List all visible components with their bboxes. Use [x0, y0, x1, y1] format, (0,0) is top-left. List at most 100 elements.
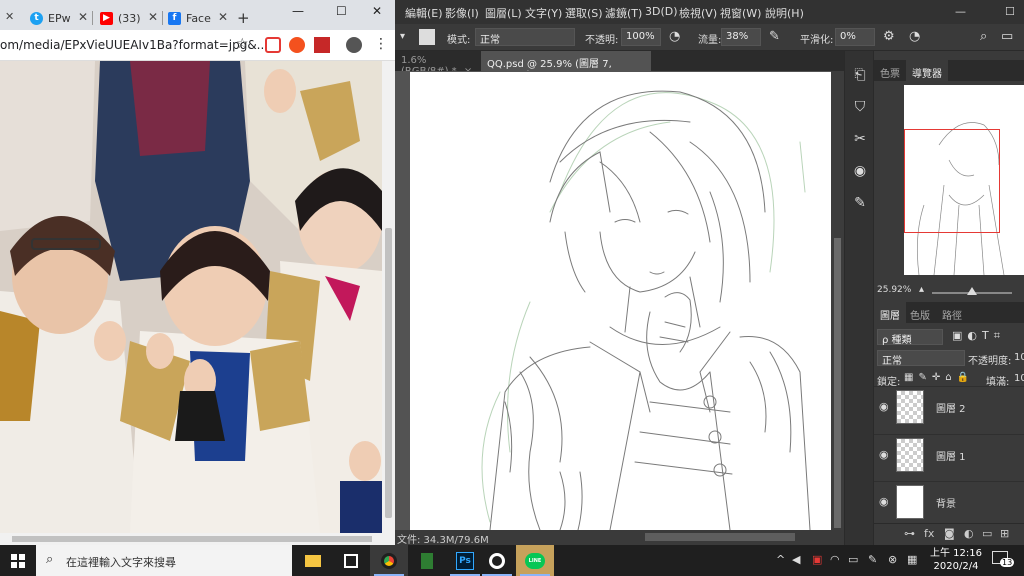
tab-layers[interactable]: 圖層 [874, 302, 906, 323]
blend-mode-select[interactable]: 正常 [877, 350, 965, 367]
layer-name[interactable]: 背景 [936, 495, 956, 510]
brush-panel-icon[interactable] [419, 29, 435, 45]
keyboard-icon[interactable]: ▦ [907, 553, 917, 566]
menu-item-layer[interactable]: 圖層(L) [485, 5, 522, 21]
taskbar-search[interactable]: ⌕ 在這裡輸入文字來搜尋 [36, 545, 292, 576]
tab-paths[interactable]: 路徑 [936, 302, 968, 323]
folder-icon[interactable]: ▭ [982, 527, 992, 540]
minimize-button[interactable]: — [292, 4, 304, 18]
filter-icons[interactable]: ▣◐T⌗ [952, 329, 1005, 343]
star-icon[interactable]: ☆ [236, 36, 249, 52]
link-icon[interactable]: ⊶ [904, 527, 915, 540]
airbrush-icon[interactable]: ✎ [769, 29, 780, 44]
mode-select[interactable]: 正常 [475, 28, 575, 46]
wifi-icon[interactable]: ◠ [830, 553, 840, 566]
navigator-view-box[interactable] [904, 129, 1000, 233]
doc-tab[interactable]: 1.6% (RGB/8#) * × [395, 51, 480, 77]
opacity-value[interactable]: 10 [1014, 352, 1024, 363]
menu-item-type[interactable]: 文字(Y) [525, 5, 562, 21]
menu-item-3d[interactable]: 3D(D) [645, 5, 678, 18]
start-button[interactable] [0, 545, 36, 576]
eye-icon[interactable]: ◉ [879, 448, 889, 461]
smoothing-field[interactable]: 0% [835, 28, 875, 46]
line-taskbar-button[interactable]: LINE [516, 545, 554, 576]
tray-app-icon[interactable]: ▣ [812, 553, 822, 566]
layer-row[interactable]: ◉ 背景 [874, 481, 1024, 521]
extension-icon[interactable] [289, 37, 305, 53]
gear-icon[interactable]: ⚙ [883, 29, 895, 44]
file-explorer-button[interactable] [294, 545, 332, 576]
minimize-button[interactable]: — [955, 5, 966, 18]
tab-close-icon[interactable]: ✕ [5, 10, 14, 23]
close-window-button[interactable]: ✕ [372, 4, 382, 18]
menu-item-edit[interactable]: 編輯(E) [405, 5, 443, 21]
fill-value[interactable]: 10 [1014, 373, 1024, 384]
fx-button[interactable]: fx [924, 527, 934, 540]
layer-row[interactable]: ◉ 圖層 1 [874, 434, 1024, 474]
store-button[interactable] [332, 545, 370, 576]
menu-item-select[interactable]: 選取(S) [565, 5, 603, 21]
chrome-taskbar-button[interactable] [370, 545, 408, 576]
layer-row[interactable]: ◉ 圖層 2 [874, 386, 1024, 426]
menu-item-image[interactable]: 影像(I) [445, 5, 479, 21]
opacity-field[interactable]: 100% [621, 28, 661, 46]
volume-icon[interactable]: ◀ [792, 553, 800, 566]
navigator-zoom[interactable]: 25.92% [877, 285, 911, 295]
layer-filter-select[interactable]: ρ 種類 [877, 329, 943, 346]
url-text[interactable]: om/media/EPxVieUUEAIv1Ba?format=jpg&... [0, 38, 268, 52]
eye-icon[interactable]: ◉ [879, 400, 889, 413]
menu-item-view[interactable]: 檢視(V) [679, 5, 717, 21]
pen-icon[interactable]: ✎ [868, 553, 877, 566]
battery-icon[interactable]: ▭ [848, 553, 858, 566]
navigator-preview[interactable] [904, 85, 1024, 275]
chevron-down-icon[interactable]: ▾ [400, 31, 405, 42]
tab-swatches[interactable]: 色票 [874, 60, 906, 81]
pressure-size-icon[interactable]: ◔ [909, 29, 920, 44]
notification-center-button[interactable]: 13 [992, 551, 1015, 569]
brush-settings-icon[interactable]: ✎ [850, 193, 870, 213]
layer-name[interactable]: 圖層 1 [936, 448, 966, 463]
avatar[interactable] [346, 37, 362, 53]
workspace-icon[interactable]: ▭ [1001, 29, 1013, 44]
canvas-area[interactable] [395, 71, 831, 530]
obs-button[interactable] [478, 545, 516, 576]
clone-source-icon[interactable]: ⛉ [850, 97, 870, 117]
menu-item-filter[interactable]: 濾鏡(T) [605, 5, 642, 21]
pressure-opacity-icon[interactable]: ◔ [669, 29, 680, 44]
tray-close-icon[interactable]: ⊗ [888, 553, 897, 566]
menu-item-window[interactable]: 視窗(W) [720, 5, 761, 21]
scrollbar-thumb[interactable] [834, 238, 841, 528]
flow-field[interactable]: 38% [721, 28, 761, 46]
menu-item-help[interactable]: 說明(H) [765, 5, 804, 21]
tab-close-icon[interactable]: ✕ [148, 10, 158, 24]
tab-twitter[interactable]: t EPw ✕ [24, 6, 93, 30]
layer-name[interactable]: 圖層 2 [936, 400, 966, 415]
zoom-slider-knob[interactable] [967, 287, 977, 295]
mask-icon[interactable]: ◙ [944, 527, 955, 540]
tab-close-icon[interactable]: ✕ [78, 10, 88, 24]
taskbar-clock[interactable]: 上午 12:16 2020/2/4 [928, 547, 984, 573]
search-icon[interactable]: ⌕ [980, 29, 987, 44]
zoom-out-icon[interactable]: ▴ [919, 284, 924, 295]
pocket-extension-icon[interactable] [265, 37, 281, 53]
tab-channels[interactable]: 色版 [904, 302, 936, 323]
scrollbar-thumb[interactable] [645, 533, 795, 541]
new-layer-icon[interactable]: ⊞ [1000, 527, 1009, 540]
tool-presets-icon[interactable]: ✂ [850, 129, 870, 149]
libraries-icon[interactable]: ◉ [850, 161, 870, 181]
extension-icon[interactable] [314, 37, 330, 53]
tab-facebook[interactable]: f Face ✕ [162, 6, 232, 30]
new-tab-button[interactable]: + [237, 9, 250, 27]
eye-icon[interactable]: ◉ [879, 495, 889, 508]
show-hidden-icons[interactable]: ^ [776, 553, 785, 566]
document-canvas[interactable] [410, 72, 831, 530]
green-app-button[interactable] [408, 545, 446, 576]
lock-icons[interactable]: ▦✎✛⌂🔒 [904, 372, 974, 383]
menu-dots-icon[interactable]: ⋮ [374, 36, 388, 52]
maximize-button[interactable]: ☐ [336, 4, 347, 18]
tab-navigator[interactable]: 導覽器 [906, 60, 948, 81]
doc-tab-active[interactable]: QQ.psd @ 25.9% (圖層 7, RGB/8#) * × [481, 51, 651, 81]
tab-close-icon[interactable]: ✕ [218, 10, 228, 24]
maximize-button[interactable]: ☐ [1005, 5, 1015, 18]
scrollbar-thumb[interactable] [385, 228, 392, 518]
